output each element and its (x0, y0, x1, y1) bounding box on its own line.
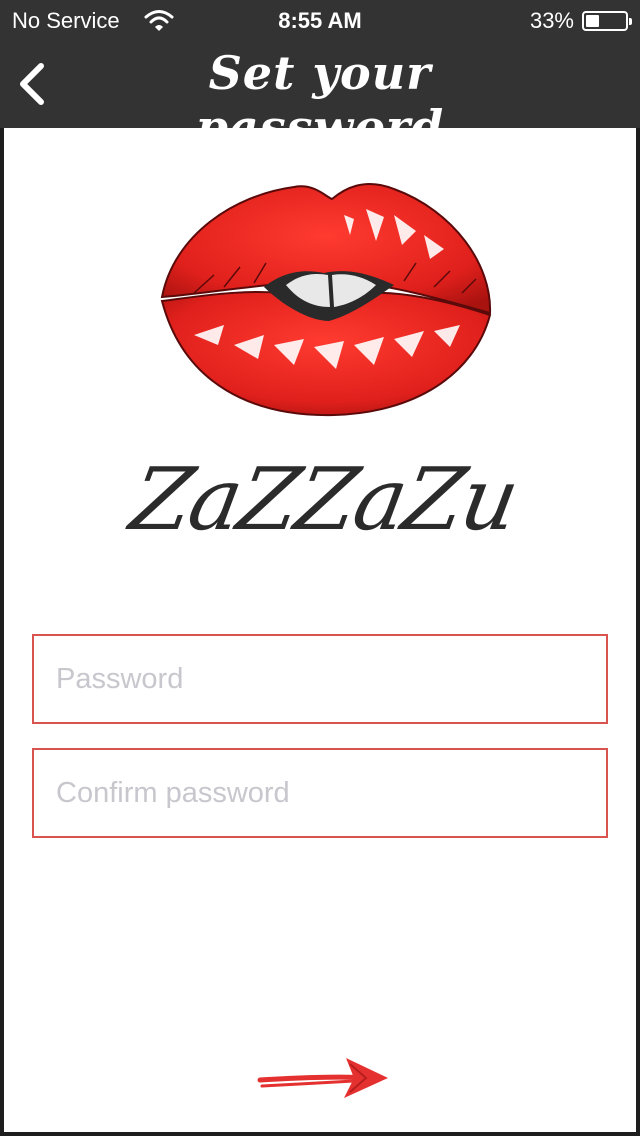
back-button[interactable] (6, 54, 58, 114)
brand-name: ZaZZaZu (123, 450, 525, 550)
top-bar: No Service 8:55 AM 33% Set your password (0, 0, 640, 154)
password-field[interactable] (32, 634, 608, 724)
confirm-password-field[interactable] (32, 748, 608, 838)
nav-bar: Set your password (0, 40, 640, 154)
battery-icon (582, 11, 632, 31)
brand-logo: ZaZZaZu (124, 450, 525, 560)
lips-logo-image (160, 183, 492, 417)
screen: No Service 8:55 AM 33% Set your password (0, 0, 640, 1136)
confirm-password-input[interactable] (34, 750, 606, 836)
status-bar: No Service 8:55 AM 33% (0, 0, 640, 40)
battery-percent: 33% (529, 8, 574, 33)
next-button[interactable] (254, 1048, 394, 1108)
chevron-left-icon (20, 63, 44, 105)
page-title: Set your password (195, 46, 445, 154)
battery-level-fill (586, 15, 599, 27)
arrow-right-icon (257, 1058, 388, 1098)
password-input[interactable] (34, 636, 606, 722)
